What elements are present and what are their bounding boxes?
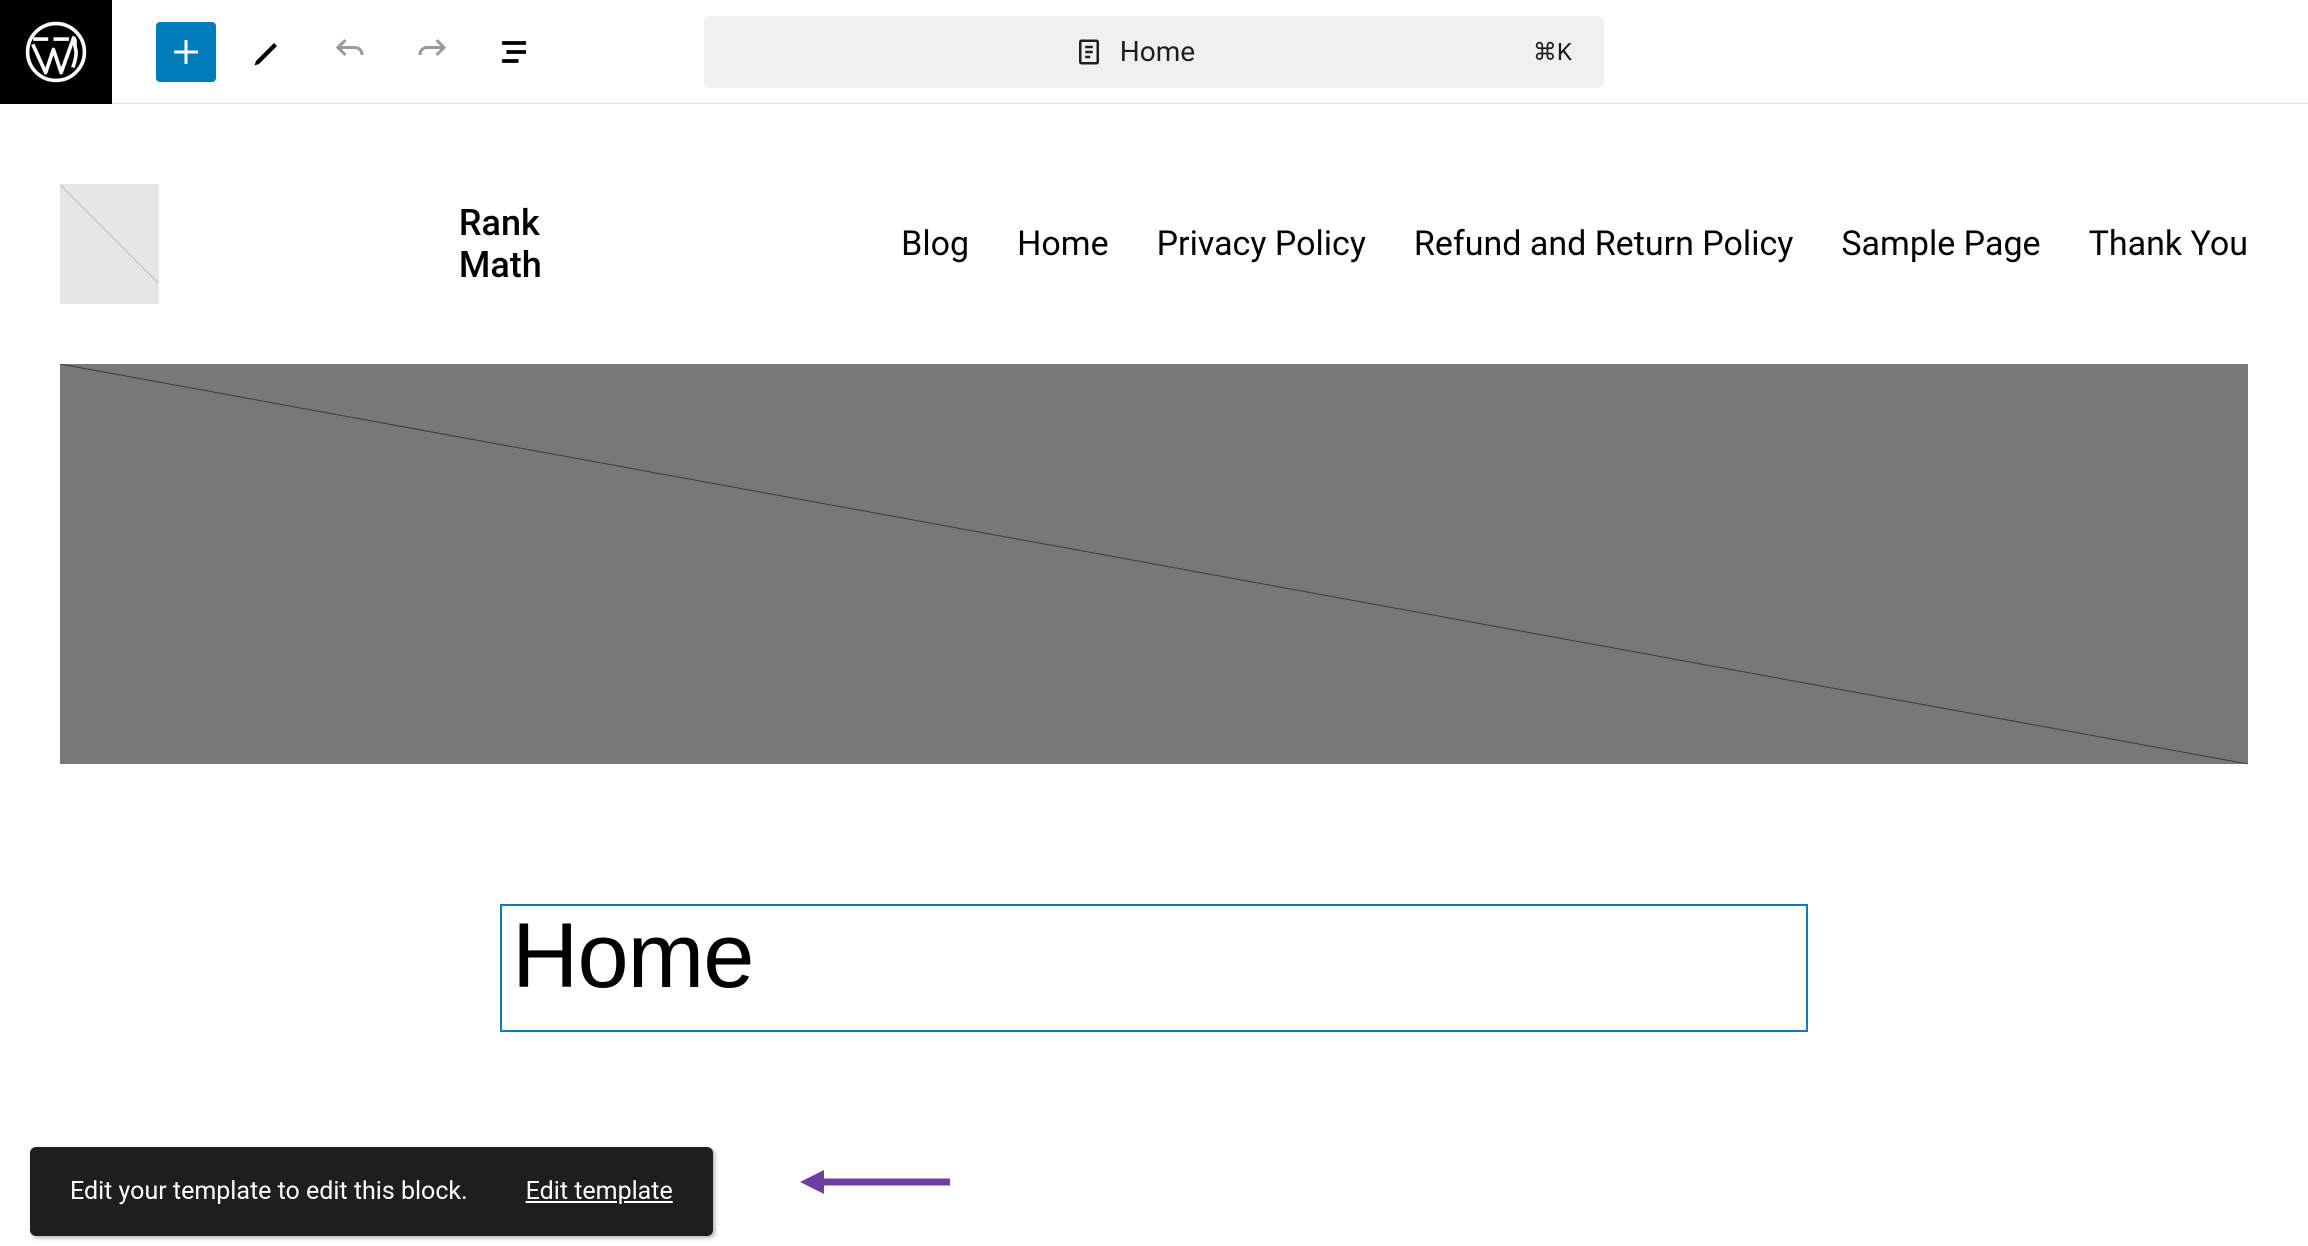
redo-button[interactable] — [402, 22, 462, 82]
add-block-button[interactable] — [156, 22, 216, 82]
placeholder-graphic — [60, 364, 2248, 764]
editor-toolbar: Home ⌘K — [0, 0, 2308, 104]
nav-item-home[interactable]: Home — [1017, 224, 1109, 264]
keyboard-shortcut: ⌘K — [1533, 38, 1572, 66]
nav-item-refund[interactable]: Refund and Return Policy — [1414, 224, 1793, 264]
page-icon — [1074, 37, 1104, 67]
post-title-block[interactable]: Home — [500, 904, 1808, 1032]
document-switcher[interactable]: Home ⌘K — [704, 16, 1604, 88]
edit-template-link[interactable]: Edit template — [526, 1177, 673, 1206]
tools-button[interactable] — [238, 22, 298, 82]
redo-icon — [414, 34, 450, 70]
wordpress-logo-button[interactable] — [0, 0, 112, 104]
nav-item-privacy[interactable]: Privacy Policy — [1157, 224, 1366, 264]
document-title: Home — [1120, 35, 1195, 68]
nav-item-blog[interactable]: Blog — [901, 224, 969, 264]
site-title[interactable]: Rank Math — [459, 202, 601, 286]
nav-item-thankyou[interactable]: Thank You — [2089, 224, 2248, 264]
primary-navigation: Blog Home Privacy Policy Refund and Retu… — [901, 224, 2248, 264]
document-switcher-label: Home — [1074, 35, 1195, 68]
plus-icon — [168, 34, 204, 70]
document-overview-button[interactable] — [484, 22, 544, 82]
annotation-arrow — [800, 1162, 950, 1206]
nav-item-sample[interactable]: Sample Page — [1841, 224, 2040, 264]
wordpress-icon — [25, 21, 87, 83]
pencil-icon — [250, 34, 286, 70]
list-icon — [496, 34, 532, 70]
post-title-wrapper: Home — [0, 904, 2308, 1032]
undo-button[interactable] — [320, 22, 380, 82]
undo-icon — [332, 34, 368, 70]
snackbar-message: Edit your template to edit this block. — [70, 1177, 468, 1206]
toolbar-tools — [156, 22, 544, 82]
snackbar-notice: Edit your template to edit this block. E… — [30, 1147, 713, 1236]
site-header: Rank Math Blog Home Privacy Policy Refun… — [0, 104, 2308, 364]
featured-image-placeholder[interactable] — [60, 364, 2248, 764]
site-logo-placeholder[interactable] — [60, 184, 159, 304]
